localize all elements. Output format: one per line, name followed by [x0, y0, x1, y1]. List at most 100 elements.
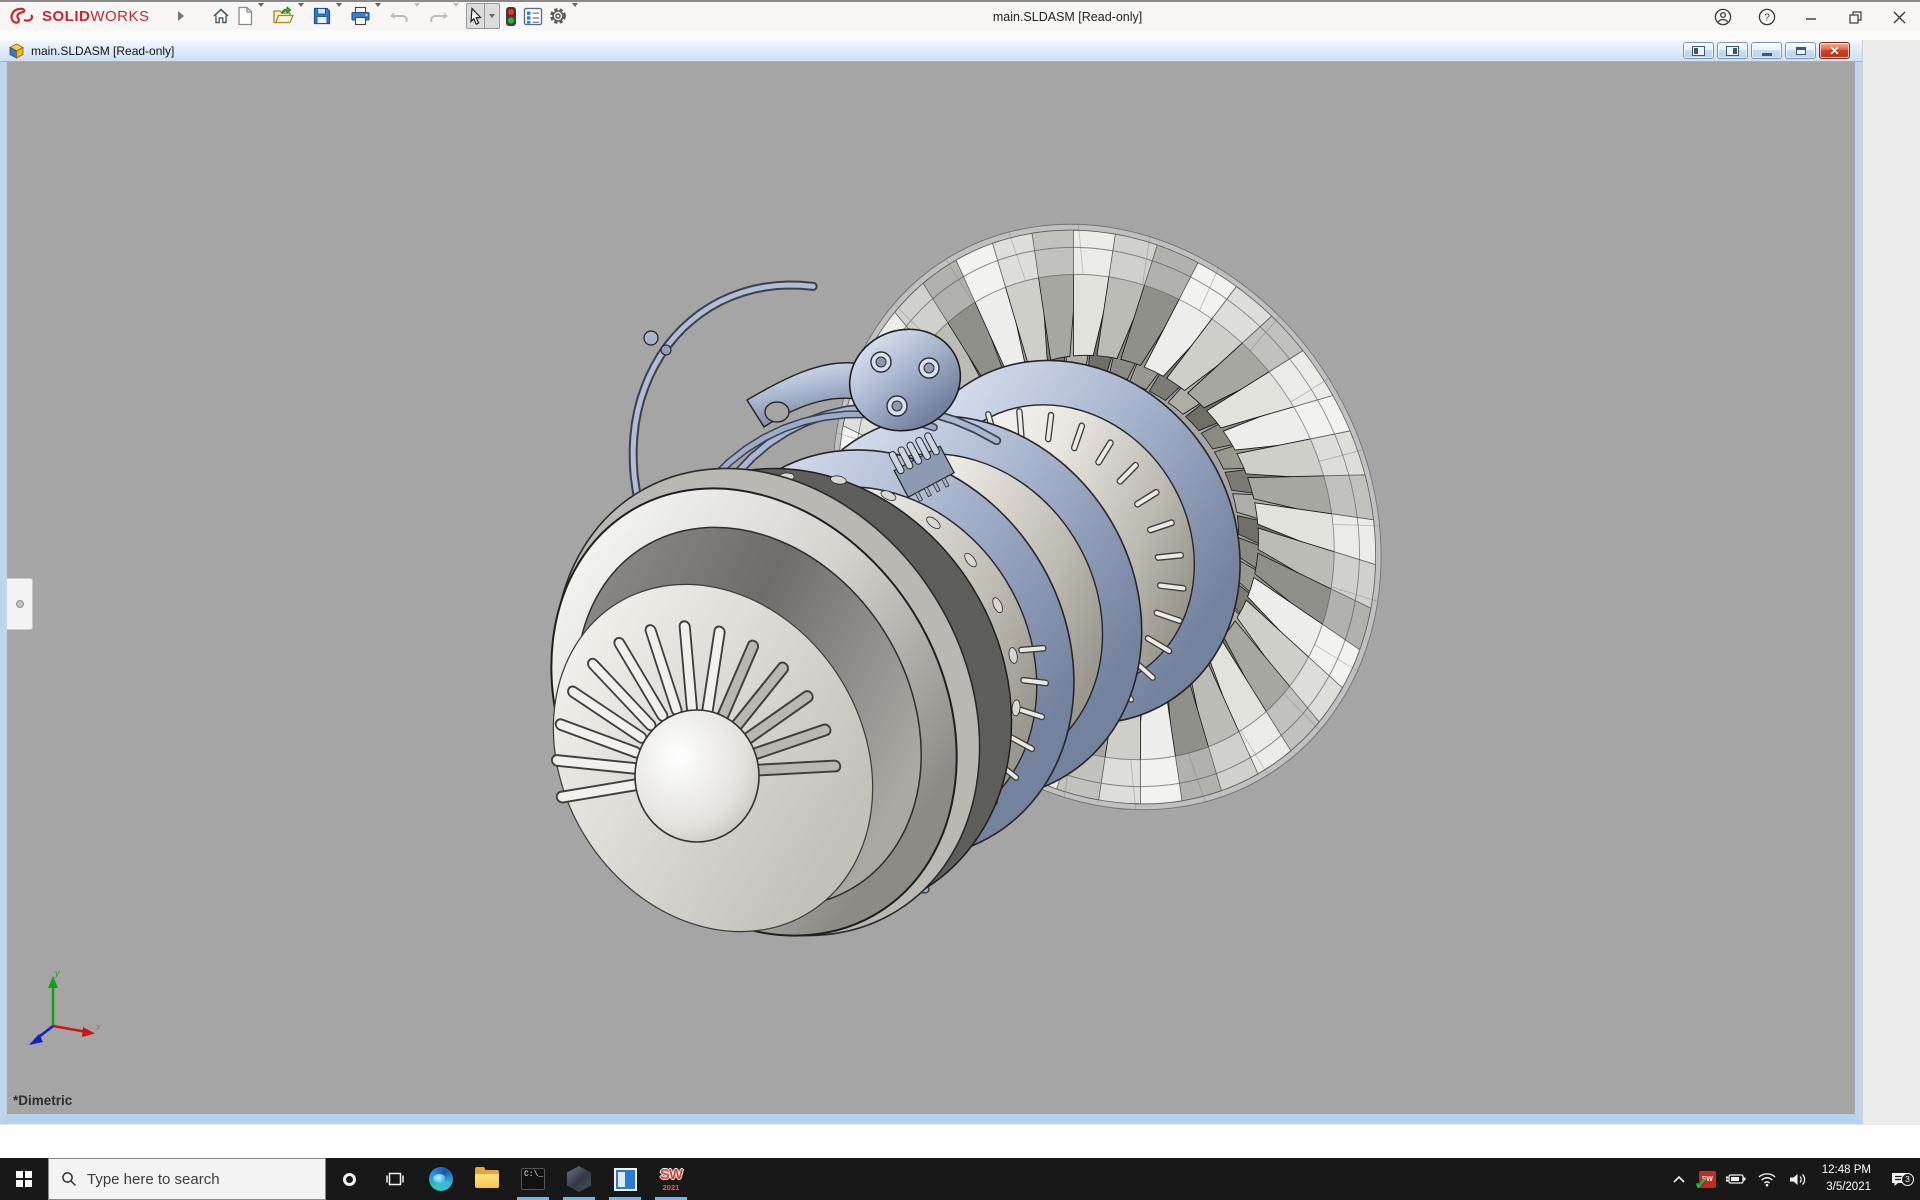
brand-text: SOLIDWORKS — [42, 8, 150, 25]
featuremanager-tab-dot — [16, 600, 24, 608]
engine-3d-model — [7, 62, 1855, 1114]
print-button[interactable] — [349, 3, 385, 29]
triad-x-label: x — [95, 1022, 101, 1032]
redo-icon — [428, 7, 449, 26]
start-button[interactable] — [0, 1158, 48, 1200]
tray-time: 12:48 PM — [1822, 1162, 1871, 1179]
new-document-icon — [236, 6, 254, 26]
notification-badge: 3 — [1901, 1173, 1914, 1186]
triad-y-label: y — [54, 968, 60, 978]
doc-restore-button[interactable] — [1785, 42, 1816, 59]
home-icon — [211, 6, 231, 26]
document-titlebar[interactable]: main.SLDASM [Read-only] ✕ — [0, 40, 1862, 62]
home-button[interactable] — [210, 3, 232, 29]
tray-date: 3/5/2021 — [1822, 1179, 1871, 1196]
doc-restore-icon — [1796, 47, 1806, 55]
settings-gear-icon — [548, 6, 568, 26]
undo-dropdown-icon[interactable] — [414, 3, 420, 24]
document-title: main.SLDASM [Read-only] — [31, 44, 174, 58]
save-button[interactable] — [311, 3, 346, 29]
help-icon[interactable]: ? — [1756, 6, 1778, 28]
cortana-button[interactable] — [326, 1158, 372, 1200]
search-placeholder: Type here to search — [87, 1171, 220, 1188]
tray-chevron-icon[interactable] — [1668, 1174, 1690, 1184]
save-dropdown-icon[interactable] — [336, 3, 342, 24]
select-icon — [468, 7, 484, 26]
tray-solidworks-monitor-icon[interactable]: SW✔ — [1699, 1171, 1716, 1188]
view-orientation-label: *Dimetric — [13, 1093, 72, 1108]
edge-icon — [429, 1167, 453, 1191]
remote-window-icon — [614, 1168, 637, 1191]
pane-right-icon — [1726, 46, 1739, 56]
pane-left-icon — [1692, 46, 1705, 56]
app-window-controls: ? — [1712, 2, 1910, 32]
options-list-button[interactable] — [522, 3, 544, 29]
assembly-file-icon — [8, 43, 25, 59]
taskbar-app-file-explorer[interactable] — [464, 1158, 510, 1200]
pane-left-button[interactable] — [1683, 42, 1714, 59]
open-document-icon — [272, 6, 294, 26]
taskbar-app-hexagon-app[interactable] — [556, 1158, 602, 1200]
doc-close-button[interactable]: ✕ — [1819, 42, 1850, 59]
windows-logo-icon — [16, 1171, 32, 1187]
taskbar-app-remote-window[interactable] — [602, 1158, 648, 1200]
doc-minimize-icon — [1762, 53, 1772, 56]
main-toolbar — [210, 1, 582, 31]
open-document-dropdown-icon[interactable] — [298, 3, 304, 24]
pane-right-button[interactable] — [1717, 42, 1748, 59]
document-window: main.SLDASM [Read-only] ✕ y x *Dimetric — [0, 40, 1862, 1124]
redo-button — [427, 3, 463, 29]
taskbar-app-edge[interactable] — [418, 1158, 464, 1200]
tray-volume-icon[interactable] — [1787, 1172, 1809, 1187]
brand-flyout-arrow[interactable] — [178, 11, 184, 21]
user-account-icon[interactable] — [1712, 6, 1734, 28]
interference-check-button[interactable] — [503, 3, 519, 29]
select-dropdown-icon[interactable] — [489, 14, 495, 18]
options-list-icon — [523, 7, 543, 26]
undo-button — [388, 3, 424, 29]
action-center-button[interactable]: 3 — [1884, 1171, 1914, 1188]
tray-power-icon[interactable] — [1725, 1172, 1747, 1186]
redo-dropdown-icon[interactable] — [453, 3, 459, 24]
open-document-button[interactable] — [271, 3, 308, 29]
doc-minimize-button[interactable] — [1751, 42, 1782, 59]
task-view-icon — [385, 1169, 405, 1189]
windows-taskbar: Type here to search C:\_ SW2021 SW✔ 12:48… — [0, 1158, 1920, 1200]
orientation-triad: y x — [25, 968, 103, 1054]
app-titlebar: SOLIDWORKS main.SLDASM [Read-only] ? — [0, 0, 1920, 30]
graphics-area[interactable]: y x *Dimetric — [7, 62, 1855, 1114]
svg-text:?: ? — [1764, 13, 1770, 24]
tray-clock[interactable]: 12:48 PM 3/5/2021 — [1818, 1162, 1875, 1195]
print-dropdown-icon[interactable] — [375, 3, 381, 24]
minimize-icon[interactable] — [1800, 6, 1822, 28]
cortana-icon — [343, 1173, 356, 1186]
solidworks-logo-icon — [10, 6, 36, 26]
task-pane-collapsed[interactable] — [1862, 40, 1920, 1124]
solidworks-logo: SOLIDWORKS — [0, 6, 150, 26]
taskbar-apps: C:\_ SW2021 — [418, 1158, 694, 1200]
new-document-dropdown-icon[interactable] — [258, 3, 264, 24]
task-view-button[interactable] — [372, 1158, 418, 1200]
taskbar-app-solidworks[interactable]: SW2021 — [648, 1158, 694, 1200]
interference-check-icon — [504, 6, 518, 27]
hexagon-app-icon — [567, 1166, 591, 1192]
restore-icon[interactable] — [1844, 6, 1866, 28]
system-tray: SW✔ 12:48 PM 3/5/2021 3 — [1668, 1158, 1920, 1200]
settings-gear-dropdown-icon[interactable] — [572, 3, 578, 24]
new-document-button[interactable] — [235, 3, 268, 29]
tray-check-icon: ✔ — [1695, 1175, 1708, 1193]
settings-gear-button[interactable] — [547, 3, 582, 29]
menu-strip-collapsed — [0, 30, 1920, 40]
doc-close-icon: ✕ — [1829, 45, 1839, 57]
featuremanager-collapsed-tab[interactable] — [7, 578, 33, 630]
tray-wifi-icon[interactable] — [1756, 1172, 1778, 1187]
solidworks-icon: SW2021 — [660, 1167, 682, 1192]
select-button[interactable] — [466, 3, 500, 29]
undo-icon — [389, 7, 410, 26]
close-icon[interactable] — [1888, 6, 1910, 28]
taskbar-app-command-prompt[interactable]: C:\_ — [510, 1158, 556, 1200]
file-explorer-icon — [475, 1170, 499, 1188]
document-window-buttons: ✕ — [1683, 42, 1850, 59]
app-window-title: main.SLDASM [Read-only] — [993, 2, 1142, 32]
taskbar-search-input[interactable]: Type here to search — [48, 1158, 326, 1200]
